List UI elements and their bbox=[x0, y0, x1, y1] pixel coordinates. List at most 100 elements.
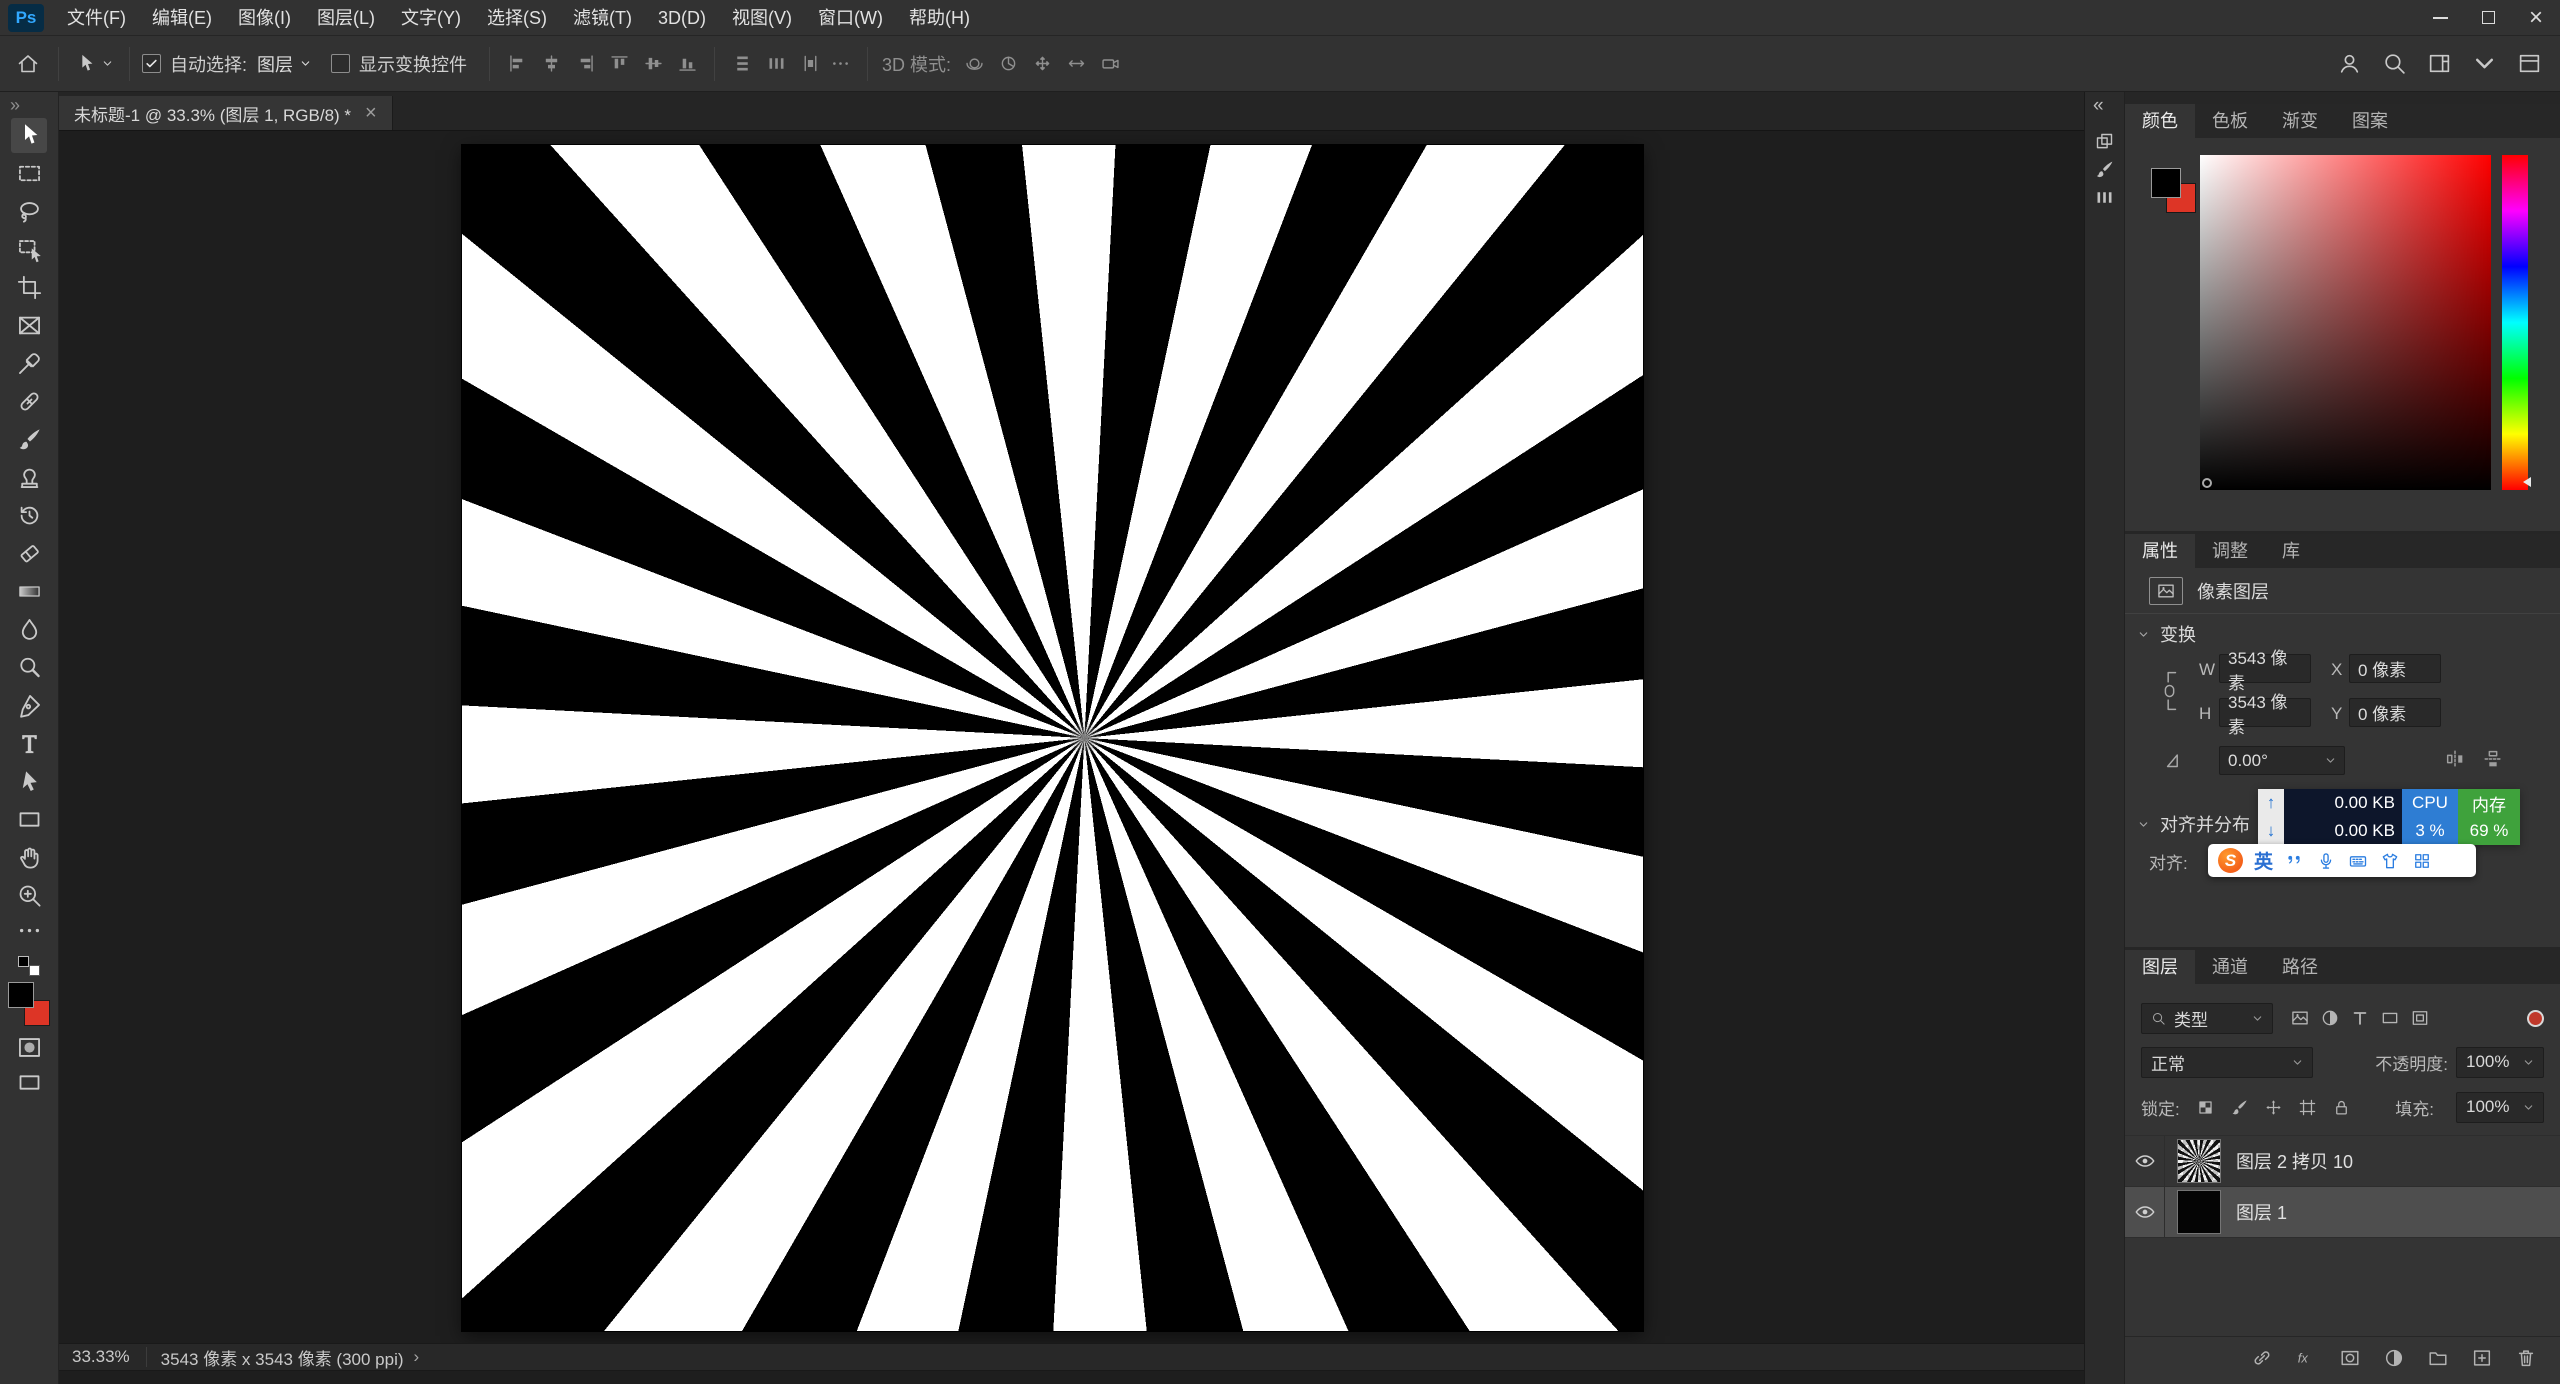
chevron-down-icon[interactable] bbox=[2472, 51, 2497, 76]
filter-pixel-layers-button[interactable] bbox=[2287, 1005, 2313, 1031]
ime-mic-icon[interactable] bbox=[2316, 851, 2336, 871]
collapsed-symmetry-panel-icon[interactable] bbox=[2091, 183, 2119, 211]
menu-item[interactable]: 编辑(E) bbox=[139, 0, 225, 36]
3d-camera-mode-button[interactable] bbox=[1095, 49, 1125, 79]
auto-select-checkbox[interactable]: 自动选择: bbox=[142, 51, 247, 77]
tab-swatches[interactable]: 色板 bbox=[2195, 104, 2265, 138]
eraser-tool[interactable] bbox=[11, 536, 47, 571]
search-icon[interactable] bbox=[2382, 51, 2407, 76]
menu-item[interactable]: 窗口(W) bbox=[805, 0, 896, 36]
menu-item[interactable]: 图像(I) bbox=[225, 0, 304, 36]
distribute-horizontal-button[interactable] bbox=[761, 49, 791, 79]
tab-layers[interactable]: 图层 bbox=[2125, 950, 2195, 984]
filter-smart-objects-button[interactable] bbox=[2407, 1005, 2433, 1031]
width-field[interactable]: 3543 像素 bbox=[2219, 654, 2311, 683]
blend-mode-dropdown[interactable]: 正常 bbox=[2141, 1047, 2313, 1078]
filter-type-layers-button[interactable] bbox=[2347, 1005, 2373, 1031]
move-tool[interactable] bbox=[11, 118, 47, 153]
auto-select-target-dropdown[interactable]: 图层 bbox=[257, 51, 311, 77]
photoshop-logo[interactable]: Ps bbox=[8, 4, 44, 32]
tab-channels[interactable]: 通道 bbox=[2195, 950, 2265, 984]
properties-panel-menu-icon[interactable] bbox=[2534, 541, 2555, 562]
home-button[interactable] bbox=[10, 46, 46, 82]
blur-tool[interactable] bbox=[11, 612, 47, 647]
ime-toolbox-icon[interactable] bbox=[2412, 851, 2432, 871]
type-tool[interactable] bbox=[11, 726, 47, 761]
sogou-logo-icon[interactable]: S bbox=[2218, 848, 2243, 873]
zoom-tool[interactable] bbox=[11, 878, 47, 913]
current-tool-indicator[interactable] bbox=[71, 53, 117, 75]
layer-thumbnail[interactable] bbox=[2177, 1190, 2221, 1234]
tab-properties[interactable]: 属性 bbox=[2125, 534, 2195, 568]
restore-button[interactable] bbox=[2464, 0, 2512, 35]
opacity-dropdown[interactable]: 100% bbox=[2456, 1047, 2544, 1078]
lock-image-pixels-button[interactable] bbox=[2228, 1095, 2252, 1119]
menu-item[interactable]: 文件(F) bbox=[54, 0, 139, 36]
y-field[interactable]: 0 像素 bbox=[2349, 698, 2441, 727]
rectangular-marquee-tool[interactable] bbox=[11, 156, 47, 191]
tab-gradients[interactable]: 渐变 bbox=[2265, 104, 2335, 138]
lock-transparent-pixels-button[interactable] bbox=[2194, 1095, 2218, 1119]
zoom-level-field[interactable]: 33.33% bbox=[72, 1347, 147, 1367]
quick-mask-button[interactable] bbox=[11, 1030, 47, 1065]
menu-item[interactable]: 图层(L) bbox=[304, 0, 388, 36]
transform-section-header[interactable]: 变换 bbox=[2125, 614, 2560, 654]
distribute-vertical-button[interactable] bbox=[727, 49, 757, 79]
dodge-tool[interactable] bbox=[11, 650, 47, 685]
account-icon[interactable] bbox=[2337, 51, 2362, 76]
tab-close-icon[interactable]: × bbox=[365, 103, 377, 123]
collapsed-panel-group-icon[interactable] bbox=[2091, 127, 2119, 155]
toolbar-collapse-chevron[interactable]: » bbox=[0, 92, 20, 118]
menu-item[interactable]: 滤镜(T) bbox=[560, 0, 645, 36]
ime-language-mode[interactable]: 英 bbox=[2254, 847, 2273, 874]
align-horizontal-centers-button[interactable] bbox=[536, 49, 566, 79]
menu-item[interactable]: 3D(D) bbox=[645, 0, 719, 36]
align-left-edges-button[interactable] bbox=[502, 49, 532, 79]
eyedropper-tool[interactable] bbox=[11, 346, 47, 381]
crop-tool[interactable] bbox=[11, 270, 47, 305]
pen-tool[interactable] bbox=[11, 688, 47, 723]
menu-item[interactable]: 帮助(H) bbox=[896, 0, 983, 36]
align-vertical-centers-button[interactable] bbox=[638, 49, 668, 79]
foreground-color-swatch[interactable] bbox=[8, 982, 34, 1008]
3d-slide-mode-button[interactable] bbox=[1061, 49, 1091, 79]
gradient-tool[interactable] bbox=[11, 574, 47, 609]
align-top-edges-button[interactable] bbox=[604, 49, 634, 79]
link-dimensions-icon[interactable] bbox=[2159, 662, 2181, 720]
align-right-edges-button[interactable] bbox=[570, 49, 600, 79]
close-button[interactable]: × bbox=[2512, 0, 2560, 35]
tab-patterns[interactable]: 图案 bbox=[2335, 104, 2405, 138]
fill-dropdown[interactable]: 100% bbox=[2456, 1092, 2544, 1123]
ime-keyboard-icon[interactable] bbox=[2348, 851, 2368, 871]
ime-punctuation-icon[interactable] bbox=[2284, 851, 2304, 871]
link-layers-button[interactable] bbox=[2249, 1345, 2274, 1370]
default-colors-icon[interactable] bbox=[18, 956, 40, 976]
rotation-angle-dropdown[interactable]: 0.00° bbox=[2219, 746, 2345, 775]
delete-layer-button[interactable] bbox=[2513, 1345, 2538, 1370]
layer-filter-type-dropdown[interactable]: 类型 bbox=[2141, 1003, 2273, 1034]
menu-item[interactable]: 视图(V) bbox=[719, 0, 805, 36]
tab-color[interactable]: 颜色 bbox=[2125, 104, 2195, 138]
hue-slider[interactable] bbox=[2502, 155, 2528, 490]
tab-adjustments[interactable]: 调整 bbox=[2195, 534, 2265, 568]
layer-visibility-toggle[interactable] bbox=[2125, 1187, 2165, 1237]
menu-item[interactable]: 选择(S) bbox=[474, 0, 560, 36]
new-layer-button[interactable] bbox=[2469, 1345, 2494, 1370]
history-brush-tool[interactable] bbox=[11, 498, 47, 533]
more-align-options-button[interactable] bbox=[825, 49, 855, 79]
hand-tool[interactable] bbox=[11, 840, 47, 875]
menu-item[interactable]: 文字(Y) bbox=[388, 0, 474, 36]
show-transform-controls-checkbox[interactable]: 显示变换控件 bbox=[331, 51, 467, 77]
ime-skin-icon[interactable] bbox=[2380, 851, 2400, 871]
layer-name[interactable]: 图层 1 bbox=[2236, 1199, 2287, 1225]
lock-artboard-button[interactable] bbox=[2296, 1095, 2320, 1119]
screen-mode-button[interactable] bbox=[11, 1065, 47, 1100]
color-picker-cursor[interactable] bbox=[2202, 478, 2212, 488]
lasso-tool[interactable] bbox=[11, 194, 47, 229]
distribute-centers-button[interactable] bbox=[795, 49, 825, 79]
hue-slider-marker[interactable] bbox=[2523, 477, 2531, 487]
height-field[interactable]: 3543 像素 bbox=[2219, 698, 2311, 727]
foreground-background-swatches[interactable] bbox=[8, 982, 50, 1026]
workspace-switcher-icon[interactable] bbox=[2427, 51, 2452, 76]
frame-tool[interactable] bbox=[11, 308, 47, 343]
